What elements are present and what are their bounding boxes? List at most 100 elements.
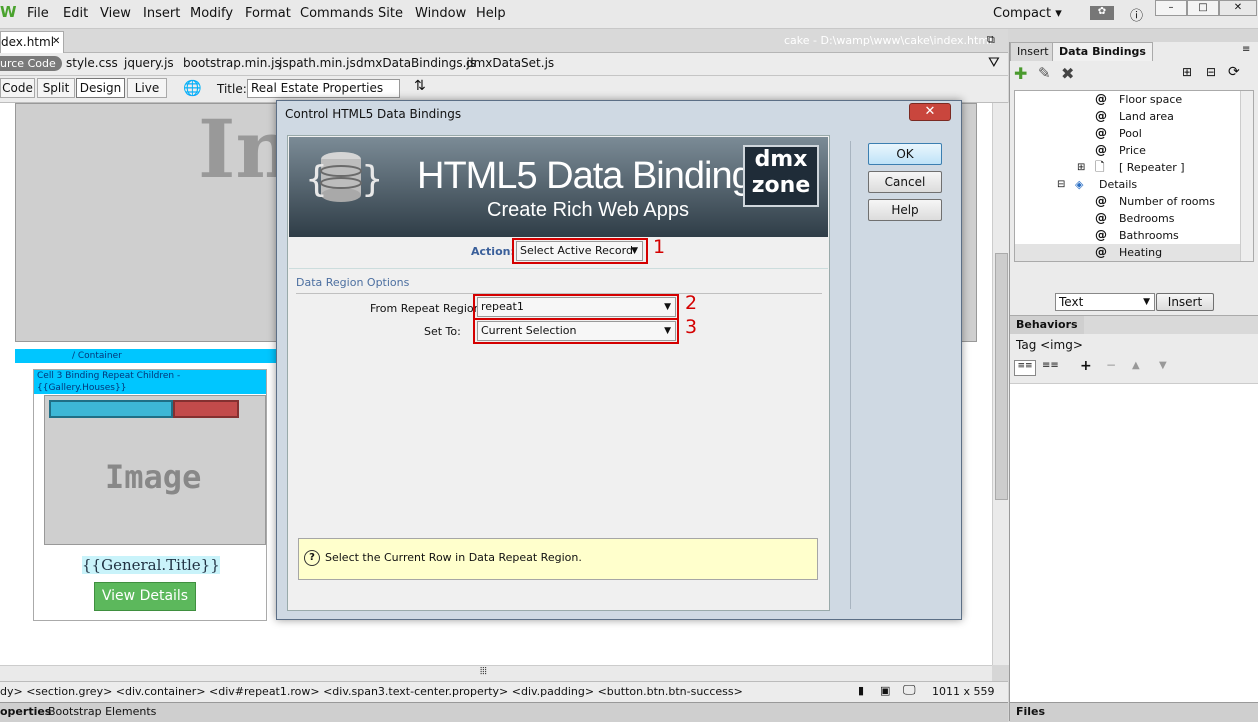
field-icon: @: [1095, 143, 1107, 157]
related-file-bootstrap[interactable]: bootstrap.min.js: [183, 56, 281, 70]
ok-button[interactable]: OK: [868, 143, 942, 165]
tree-item-heating[interactable]: @ Heating: [1015, 244, 1240, 261]
filter-icon[interactable]: ⛛: [988, 55, 1000, 71]
set-to-select[interactable]: Current Selection ▼: [477, 321, 676, 341]
property-image-placeholder[interactable]: Image: [44, 395, 266, 545]
move-down-icon[interactable]: ▼: [1159, 360, 1167, 371]
annotation-box-1: Select Active Record ▼: [512, 238, 648, 264]
insert-type-select[interactable]: Text ▼: [1055, 293, 1155, 311]
bindings-tree[interactable]: @ Floor space @ Land area @ Pool @ Price ⊞ 🗋[…: [1014, 90, 1254, 262]
tree-item-land-area[interactable]: @ Land area: [1015, 108, 1240, 125]
related-file-style-css[interactable]: style.css: [66, 56, 118, 70]
dialog-separator: [850, 141, 851, 609]
workspace-switcher[interactable]: Compact ▾: [993, 6, 1062, 21]
field-icon: @: [1095, 245, 1107, 259]
hscroll-grip-icon[interactable]: ⦙⦙⦙: [480, 666, 487, 677]
menu-edit[interactable]: Edit: [63, 6, 88, 21]
related-file-jquery[interactable]: jquery.js: [124, 56, 174, 70]
action-label: Action:: [471, 245, 515, 258]
design-vertical-scrollbar[interactable]: [992, 103, 1009, 665]
collapse-icon[interactable]: ⊟: [1057, 176, 1065, 193]
related-file-dmxdatabindings[interactable]: dmxDataBindings.js: [356, 56, 476, 70]
tab-index-html[interactable]: dex.html ✕: [0, 31, 64, 53]
remove-behavior-icon[interactable]: −: [1106, 358, 1116, 372]
hint-box: ? Select the Current Row in Data Repeat …: [298, 538, 818, 580]
refresh-icon[interactable]: ⟳: [1228, 64, 1240, 80]
tag-selector[interactable]: dy> <section.grey> <div.container> <div#…: [0, 685, 743, 698]
hand-tool-icon[interactable]: ▣: [880, 684, 890, 697]
tree-item-floor-space[interactable]: @ Floor space: [1015, 91, 1240, 108]
repeat-cell[interactable]: Cell 3 Binding Repeat Children - {{Galle…: [33, 369, 267, 621]
gear-icon[interactable]: ✿: [1090, 6, 1114, 20]
split-view-button[interactable]: Split: [37, 78, 75, 98]
menu-view[interactable]: View: [100, 6, 131, 21]
menu-help[interactable]: Help: [476, 6, 506, 21]
expand-all-icon[interactable]: ⊞: [1182, 65, 1192, 79]
maximize-icon[interactable]: □: [1187, 0, 1219, 16]
dialog-close-button[interactable]: ✕: [909, 103, 951, 121]
code-view-button[interactable]: Code: [0, 78, 35, 98]
tree-item-bedrooms[interactable]: @ Bedrooms: [1015, 210, 1240, 227]
tree-item-number-of-rooms[interactable]: @ Number of rooms: [1015, 193, 1240, 210]
menu-format[interactable]: Format: [245, 6, 291, 21]
minimize-icon[interactable]: –: [1155, 0, 1187, 16]
files-header: Files: [1010, 702, 1258, 722]
help-button[interactable]: Help: [868, 199, 942, 221]
file-management-icon[interactable]: ⇅: [414, 78, 426, 94]
add-binding-icon[interactable]: ✚: [1014, 64, 1027, 83]
insert-button[interactable]: Insert: [1156, 293, 1214, 311]
page-title-input[interactable]: Real Estate Properties: [247, 79, 400, 98]
restore-icon[interactable]: ⧉: [987, 33, 995, 47]
tab-bootstrap-elements[interactable]: Bootstrap Elements: [48, 705, 156, 718]
tree-item-repeater[interactable]: ⊞ 🗋[ Repeater ]: [1015, 159, 1240, 176]
related-file-jspath[interactable]: jspath.min.js: [279, 56, 356, 70]
menu-window[interactable]: Window: [415, 6, 466, 21]
design-view-button[interactable]: Design: [76, 78, 125, 98]
tab-files[interactable]: Files: [1016, 705, 1045, 718]
svg-text:{: {: [305, 159, 328, 200]
live-view-button[interactable]: Live: [127, 78, 167, 98]
select-tool-icon[interactable]: ▮: [858, 684, 864, 697]
view-details-button[interactable]: View Details: [94, 582, 196, 611]
behaviors-list[interactable]: [1010, 383, 1258, 702]
close-tab-icon[interactable]: ✕: [52, 32, 60, 52]
collapse-all-icon[interactable]: ⊟: [1206, 65, 1216, 79]
related-file-dmxdataset[interactable]: dmxDataSet.js: [466, 56, 554, 70]
container-label: / Container: [69, 350, 125, 362]
show-set-events-icon[interactable]: ≡≡: [1014, 360, 1036, 376]
app-logo: W: [0, 3, 17, 21]
close-icon[interactable]: ✕: [1219, 0, 1257, 16]
design-horizontal-scrollbar[interactable]: ⦙⦙⦙: [0, 665, 992, 681]
menu-file[interactable]: File: [27, 6, 49, 21]
menu-site[interactable]: Site: [378, 6, 403, 21]
cancel-button[interactable]: Cancel: [868, 171, 942, 193]
source-code-tab[interactable]: urce Code: [0, 56, 62, 71]
tree-item-pool[interactable]: @ Pool: [1015, 125, 1240, 142]
tab-behaviors[interactable]: Behaviors: [1010, 316, 1084, 334]
menu-modify[interactable]: Modify: [190, 6, 233, 21]
tab-data-bindings[interactable]: Data Bindings: [1052, 42, 1153, 61]
desktop-size-icon[interactable]: 🖵: [903, 683, 916, 698]
tree-item-bathrooms[interactable]: @ Bathrooms: [1015, 227, 1240, 244]
tab-properties[interactable]: operties: [0, 705, 51, 718]
menu-insert[interactable]: Insert: [143, 6, 180, 21]
globe-icon[interactable]: 🌐: [183, 79, 202, 97]
tree-item-price[interactable]: @ Price: [1015, 142, 1240, 159]
expand-icon[interactable]: ⊞: [1077, 159, 1085, 176]
menu-commands[interactable]: Commands: [300, 6, 374, 21]
move-up-icon[interactable]: ▲: [1132, 360, 1140, 371]
scroll-thumb[interactable]: [995, 253, 1008, 500]
edit-binding-icon[interactable]: ✎: [1038, 64, 1051, 82]
tab-insert[interactable]: Insert: [1010, 42, 1056, 61]
show-all-events-icon[interactable]: ≡≡: [1042, 360, 1059, 371]
from-region-select[interactable]: repeat1 ▼: [477, 297, 676, 317]
action-select[interactable]: Select Active Record ▼: [516, 241, 643, 261]
delete-binding-icon[interactable]: ✖: [1061, 64, 1074, 83]
dmxzone-logo: dmx zone: [743, 145, 819, 207]
tree-item-details[interactable]: ⊟ ◈ Details: [1015, 176, 1240, 193]
tree-scrollbar[interactable]: [1240, 91, 1253, 261]
info-icon[interactable]: ⓘ: [1130, 5, 1143, 24]
title-binding[interactable]: {{General.Title}}: [82, 556, 220, 574]
add-behavior-icon[interactable]: +: [1080, 358, 1092, 374]
panel-menu-icon[interactable]: ≡: [1242, 44, 1250, 55]
